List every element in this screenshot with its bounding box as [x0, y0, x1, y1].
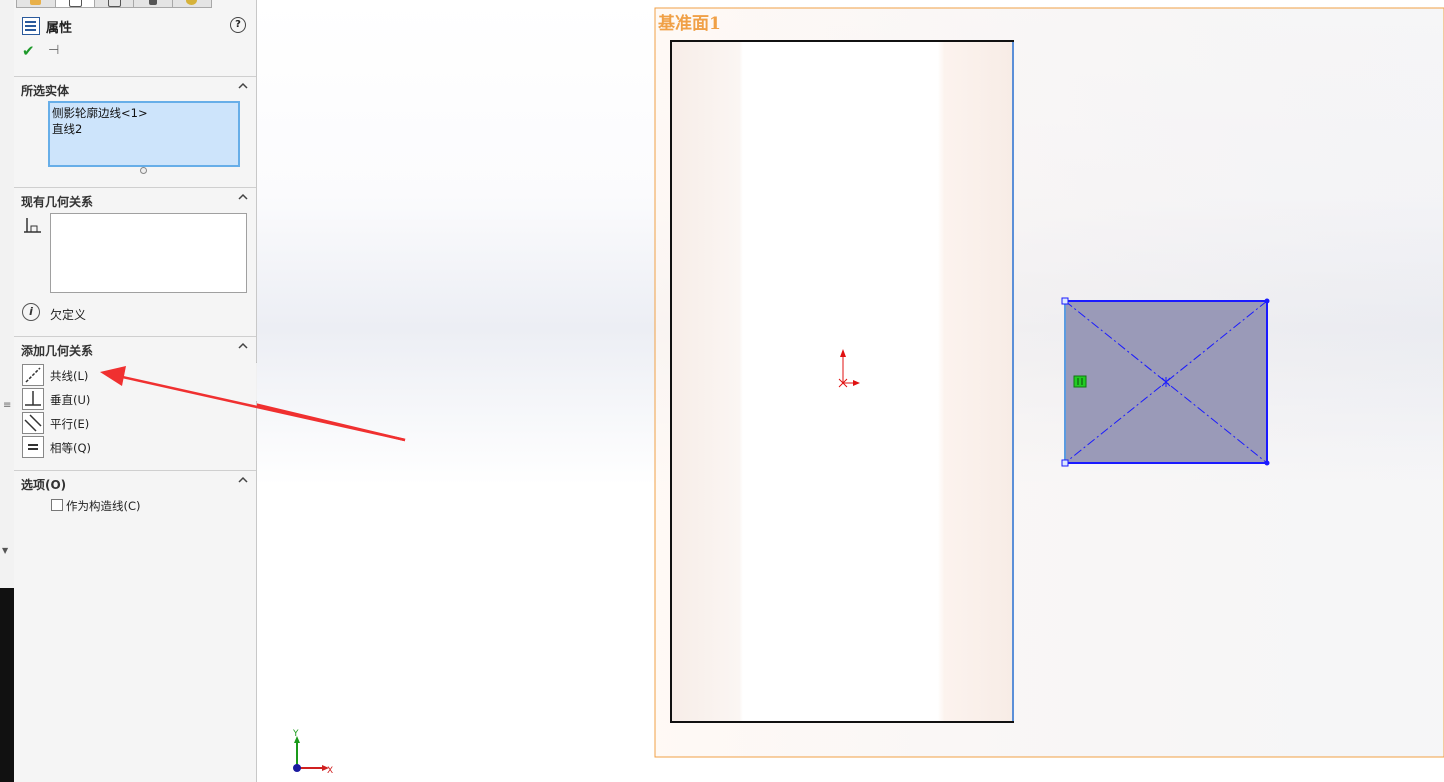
collinear-icon: [22, 364, 44, 386]
section-header-selected-entities[interactable]: 所选实体: [14, 76, 256, 98]
dock-grip-icon[interactable]: ≡: [3, 400, 11, 411]
axis-triad-icon: Y X: [292, 729, 333, 776]
panel-title: 属性: [46, 21, 73, 36]
tab-configuration-manager[interactable]: [94, 0, 134, 8]
section-title-add-relations: 添加几何关系: [21, 344, 94, 358]
list-resize-handle[interactable]: [140, 167, 147, 174]
definition-status: 欠定义: [50, 308, 87, 322]
list-item[interactable]: 直线2: [52, 121, 82, 137]
dock-dark-area: [0, 588, 14, 782]
list-item[interactable]: 侧影轮廓边线<1>: [52, 105, 148, 121]
chevron-up-icon[interactable]: [238, 475, 248, 485]
display-manager-icon: [186, 0, 197, 5]
section-title-existing-relations: 现有几何关系: [21, 195, 94, 209]
selected-square-sketch[interactable]: [1061, 297, 1270, 467]
chevron-up-icon[interactable]: [238, 81, 248, 91]
relation-collinear[interactable]: 共线(L): [22, 364, 222, 386]
selected-entities-list[interactable]: 侧影轮廓边线<1> 直线2: [48, 101, 240, 167]
relation-equal[interactable]: 相等(Q): [22, 436, 222, 458]
equal-icon: [22, 436, 44, 458]
section-header-options[interactable]: 选项(O): [14, 470, 256, 492]
relation-label: 相等(Q): [50, 441, 92, 455]
vertical-relation-icon[interactable]: [1073, 375, 1087, 388]
plane-label[interactable]: 基准面1: [658, 9, 721, 34]
annotation-arrow: [257, 403, 406, 442]
feature-tree-icon: [30, 0, 41, 5]
section-header-add-relations[interactable]: 添加几何关系: [14, 336, 256, 358]
dock-arrow-icon[interactable]: ▼: [2, 546, 8, 555]
graphics-viewport[interactable]: Y X 基准面1: [257, 0, 1444, 782]
left-dock-strip: ≡ ▼: [0, 0, 15, 782]
relations-icon: [24, 218, 41, 233]
configuration-icon: [108, 0, 121, 7]
section-header-existing-relations[interactable]: 现有几何关系: [14, 187, 256, 209]
help-icon[interactable]: ?: [230, 17, 246, 33]
relation-label: 共线(L): [50, 369, 89, 383]
construction-checkbox[interactable]: [51, 499, 63, 511]
relation-label: 垂直(U): [50, 393, 91, 407]
relation-perpendicular[interactable]: 垂直(U): [22, 388, 222, 410]
tab-dimxpert-manager[interactable]: [133, 0, 173, 8]
relation-label: 平行(E): [50, 417, 90, 431]
construction-label: 作为构造线(C): [66, 499, 141, 513]
axis-y-label: Y: [292, 729, 299, 739]
existing-relations-list[interactable]: [50, 213, 247, 293]
property-manager-panel: 属性 ? ✔ ⊣ 所选实体 侧影轮廓边线<1> 直线2 现有几何关系 i 欠定义…: [14, 0, 257, 782]
section-title-selected-entities: 所选实体: [21, 84, 70, 98]
relation-parallel[interactable]: 平行(E): [22, 412, 222, 434]
tab-property-manager[interactable]: [55, 0, 95, 8]
dimxpert-icon: [149, 0, 157, 5]
chevron-up-icon[interactable]: [238, 341, 248, 351]
ok-checkmark-icon[interactable]: ✔: [22, 42, 35, 60]
parallel-icon: [22, 412, 44, 434]
viewport-canvas: Y X: [257, 7, 1444, 776]
tab-display-manager[interactable]: [172, 0, 212, 8]
section-title-options: 选项(O): [21, 478, 67, 492]
property-header: 属性 ?: [22, 16, 248, 36]
property-icon: [69, 0, 82, 7]
tab-feature-manager[interactable]: [16, 0, 56, 8]
manager-tabs: [14, 0, 256, 8]
chevron-up-icon[interactable]: [238, 192, 248, 202]
properties-icon: [22, 17, 40, 35]
pin-icon[interactable]: ⊣: [48, 43, 59, 58]
perpendicular-icon: [22, 388, 44, 410]
axis-x-label: X: [327, 766, 333, 776]
info-icon: i: [22, 303, 40, 321]
